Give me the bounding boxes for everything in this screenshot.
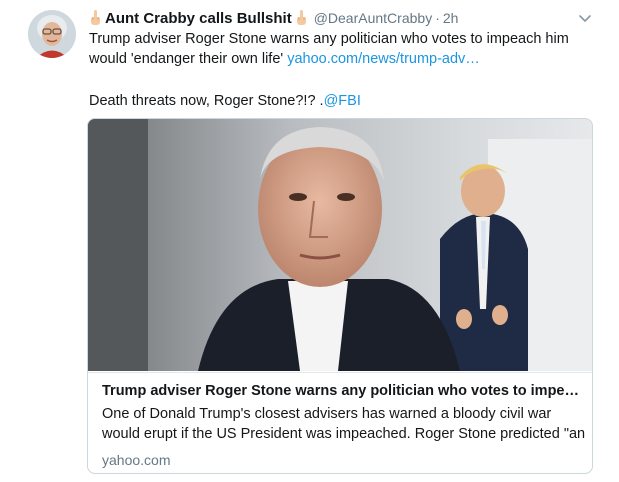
tweet-text-spacer: [89, 69, 599, 91]
display-name[interactable]: Aunt Crabby calls Bullshit: [105, 10, 292, 27]
timestamp[interactable]: 2h: [443, 10, 459, 26]
card-body: Trump adviser Roger Stone warns any poli…: [88, 372, 592, 470]
mention-link[interactable]: @FBI: [324, 93, 361, 109]
separator-dot: ·: [435, 10, 440, 26]
card-description-line: One of Donald Trump's closest advisers h…: [102, 406, 552, 422]
card-description-line: would erupt if the US President was impe…: [102, 426, 586, 442]
tweet-text-line: would 'endanger their own life' yahoo.co…: [89, 49, 599, 69]
chevron-down-icon[interactable]: [577, 10, 593, 26]
tweet-text-segment: would 'endanger their own life': [89, 51, 284, 67]
tweet: Aunt Crabby calls Bullshit @DearAuntCrab…: [0, 0, 619, 482]
card-domain: yahoo.com: [102, 452, 171, 468]
card-image: [88, 119, 592, 371]
middle-finger-icon: [296, 10, 306, 25]
card-description: One of Donald Trump's closest advisers h…: [102, 404, 586, 444]
avatar[interactable]: [28, 10, 76, 58]
tweet-text-line: Trump adviser Roger Stone warns any poli…: [89, 31, 569, 47]
middle-finger-icon: [91, 10, 100, 25]
user-handle[interactable]: @DearAuntCrabby: [314, 10, 433, 26]
tweet-header: Aunt Crabby calls Bullshit @DearAuntCrab…: [89, 8, 458, 28]
link-card[interactable]: Trump adviser Roger Stone warns any poli…: [87, 118, 593, 474]
tweet-text-segment: Death threats now, Roger Stone?!? .: [89, 93, 324, 109]
article-link[interactable]: yahoo.com/news/trump-adv…: [287, 51, 480, 67]
card-title: Trump adviser Roger Stone warns any poli…: [102, 383, 579, 399]
tweet-text-line: Death threats now, Roger Stone?!? .@FBI: [89, 91, 599, 111]
tweet-text: Trump adviser Roger Stone warns any poli…: [89, 29, 599, 111]
